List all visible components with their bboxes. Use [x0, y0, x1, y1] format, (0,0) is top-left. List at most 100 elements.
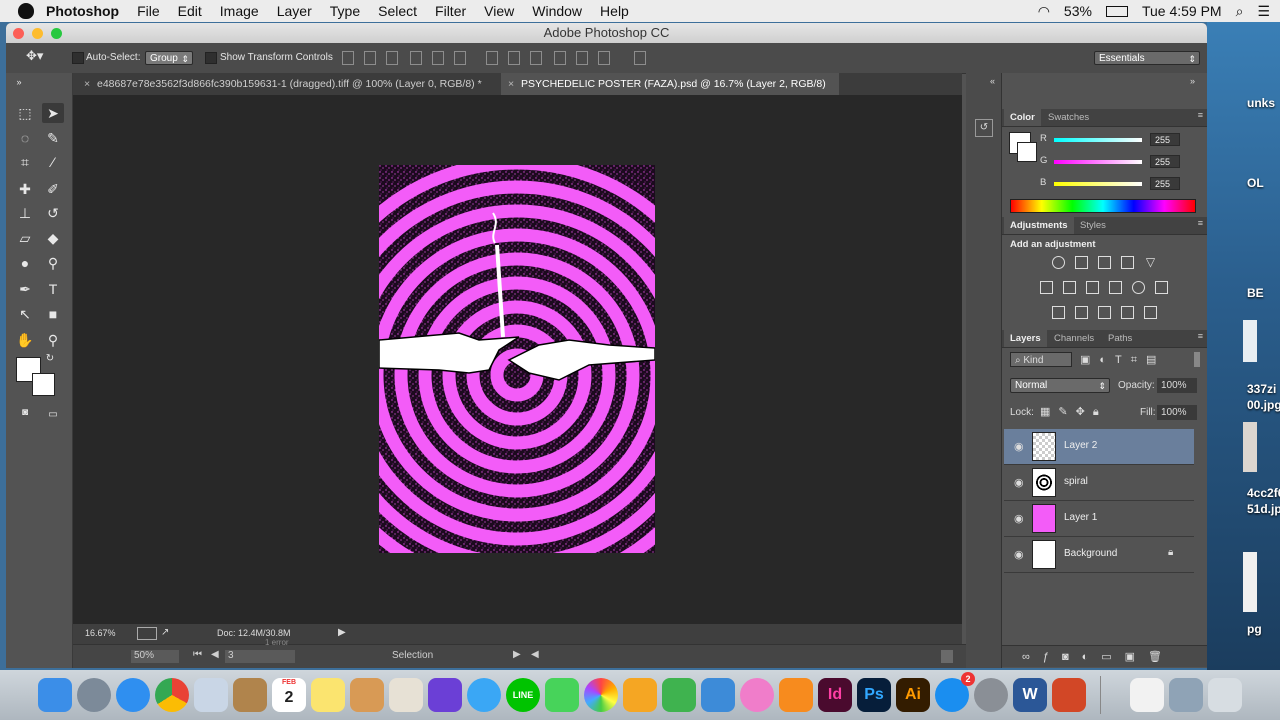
photos-icon[interactable]	[584, 678, 618, 712]
menu-edit[interactable]: Edit	[178, 3, 202, 19]
facetime-icon[interactable]	[545, 678, 579, 712]
layer-row-spiral[interactable]: ◉ spiral	[1004, 465, 1194, 501]
align-right-icon[interactable]	[454, 51, 466, 65]
zoom-level[interactable]: 16.67%	[85, 628, 116, 638]
numbers-icon[interactable]	[662, 678, 696, 712]
menu-window[interactable]: Window	[532, 3, 582, 19]
status-icon[interactable]	[137, 627, 157, 640]
desktop-file-label[interactable]: 51d.jpg	[1247, 502, 1280, 516]
background-swatch[interactable]	[1017, 142, 1037, 162]
close-tab-icon[interactable]: ×	[508, 73, 514, 95]
visibility-eye-icon[interactable]: ◉	[1014, 548, 1026, 561]
exposure-icon[interactable]	[1121, 256, 1134, 269]
background-color-swatch[interactable]	[32, 373, 55, 396]
distribute-top-icon[interactable]	[486, 51, 498, 65]
selective-color-icon[interactable]	[1144, 306, 1157, 319]
poster-canvas[interactable]	[379, 165, 655, 553]
brush-tool[interactable]: ✐	[42, 179, 64, 199]
panel-menu-icon[interactable]: ≡	[1198, 110, 1203, 120]
menu-app-name[interactable]: Photoshop	[46, 3, 119, 19]
align-top-icon[interactable]	[342, 51, 354, 65]
tab-poster-document[interactable]: × PSYCHEDELIC POSTER (FAZA).psd @ 16.7% …	[501, 73, 839, 95]
photo-filter-icon[interactable]	[1109, 281, 1122, 294]
desktop-file-label[interactable]: OL	[1247, 176, 1264, 190]
move-tool[interactable]: ➤	[42, 103, 64, 123]
history-brush-tool[interactable]: ↺	[42, 203, 64, 223]
red-slider[interactable]	[1054, 138, 1142, 142]
color-balance-icon[interactable]	[1063, 281, 1076, 294]
desktop-thumbnail[interactable]	[1243, 552, 1257, 612]
notification-center-icon[interactable]: ☰	[1257, 3, 1270, 20]
layer-name[interactable]: Layer 1	[1064, 512, 1097, 523]
imovie-icon[interactable]	[428, 678, 462, 712]
safari-icon[interactable]	[116, 678, 150, 712]
clone-stamp-tool[interactable]: ⊥	[14, 203, 36, 223]
distribute-bottom-icon[interactable]	[530, 51, 542, 65]
threshold-icon[interactable]	[1098, 306, 1111, 319]
paint-bucket-tool[interactable]: ◆	[42, 228, 64, 248]
panel-menu-icon[interactable]: ≡	[1198, 218, 1203, 228]
tab-swatches[interactable]: Swatches	[1042, 109, 1095, 126]
html-file-icon[interactable]	[1130, 678, 1164, 712]
spotlight-icon[interactable]: ⌕	[1236, 3, 1244, 20]
visibility-eye-icon[interactable]: ◉	[1014, 512, 1026, 525]
desktop-thumbnail[interactable]	[1243, 320, 1257, 362]
layer-row-layer-1[interactable]: ◉ Layer 1	[1004, 501, 1194, 537]
itunes-icon[interactable]	[740, 678, 774, 712]
tab-paths[interactable]: Paths	[1102, 330, 1138, 347]
tab-adjustments[interactable]: Adjustments	[1004, 217, 1074, 234]
desktop-file-label[interactable]: pg	[1247, 622, 1262, 636]
vibrance-icon[interactable]: ▽	[1144, 256, 1157, 269]
tab-layers[interactable]: Layers	[1004, 330, 1047, 347]
color-lookup-icon[interactable]	[1155, 281, 1168, 294]
invert-icon[interactable]	[1052, 306, 1065, 319]
filter-toggle[interactable]	[1194, 352, 1200, 367]
share-icon[interactable]: ↗	[161, 627, 169, 638]
word-icon[interactable]: W	[1013, 678, 1047, 712]
zoom-window-button[interactable]	[51, 28, 62, 39]
brightness-contrast-icon[interactable]	[1052, 256, 1065, 269]
lasso-tool[interactable]: ◌	[14, 128, 36, 148]
collapse-panels-icon[interactable]: »	[1190, 76, 1195, 86]
close-tab-icon[interactable]: ×	[84, 73, 90, 95]
calendar-icon[interactable]: FEB 2	[272, 678, 306, 712]
menu-select[interactable]: Select	[378, 3, 417, 19]
layer-row-background[interactable]: ◉ Background 🔒︎	[1004, 537, 1194, 573]
align-hcenter-icon[interactable]	[432, 51, 444, 65]
menu-image[interactable]: Image	[220, 3, 259, 19]
expand-panels-icon[interactable]: «	[990, 76, 995, 86]
visibility-eye-icon[interactable]: ◉	[1014, 440, 1026, 453]
color-spectrum-ramp[interactable]	[1010, 199, 1196, 213]
auto-select-dropdown[interactable]: Group	[145, 51, 193, 66]
page-field[interactable]: 3	[225, 650, 295, 663]
auto-select-checkbox[interactable]	[72, 52, 84, 64]
panel-menu-icon[interactable]: ≡	[1198, 331, 1203, 341]
collapse-tools-icon[interactable]: »	[8, 77, 30, 97]
path-selection-tool[interactable]: ↖	[14, 304, 36, 324]
hue-saturation-icon[interactable]	[1040, 281, 1053, 294]
show-transform-checkbox[interactable]	[205, 52, 217, 64]
layer-name[interactable]: Layer 2	[1064, 440, 1097, 451]
indesign-icon[interactable]: Id	[818, 678, 852, 712]
layer-row-layer-2[interactable]: ◉ Layer 2	[1004, 429, 1194, 465]
minimize-window-button[interactable]	[32, 28, 43, 39]
pen-tool[interactable]: ✒	[14, 279, 36, 299]
fill-field[interactable]: 100%	[1157, 405, 1197, 420]
swap-colors-icon[interactable]: ↻	[44, 353, 56, 365]
preview-icon[interactable]	[194, 678, 228, 712]
clock[interactable]: Tue 4:59 PM	[1142, 3, 1222, 19]
keynote-icon[interactable]	[701, 678, 735, 712]
blue-value[interactable]: 255	[1150, 177, 1180, 190]
battery-percent[interactable]: 53%	[1064, 3, 1092, 19]
status-menu-arrow-icon[interactable]: ▶	[338, 627, 346, 638]
visibility-eye-icon[interactable]: ◉	[1014, 476, 1026, 489]
battery-icon[interactable]	[1105, 5, 1128, 17]
desktop-thumbnail[interactable]	[1243, 422, 1257, 472]
healing-brush-tool[interactable]: ✚	[14, 179, 36, 199]
red-value[interactable]: 255	[1150, 133, 1180, 146]
history-panel-icon[interactable]: ↺	[975, 119, 993, 137]
blend-mode-dropdown[interactable]: Normal	[1010, 378, 1110, 393]
quick-selection-tool[interactable]: ✎	[42, 128, 64, 148]
line-icon[interactable]: LINE	[506, 678, 540, 712]
messages-icon[interactable]	[467, 678, 501, 712]
